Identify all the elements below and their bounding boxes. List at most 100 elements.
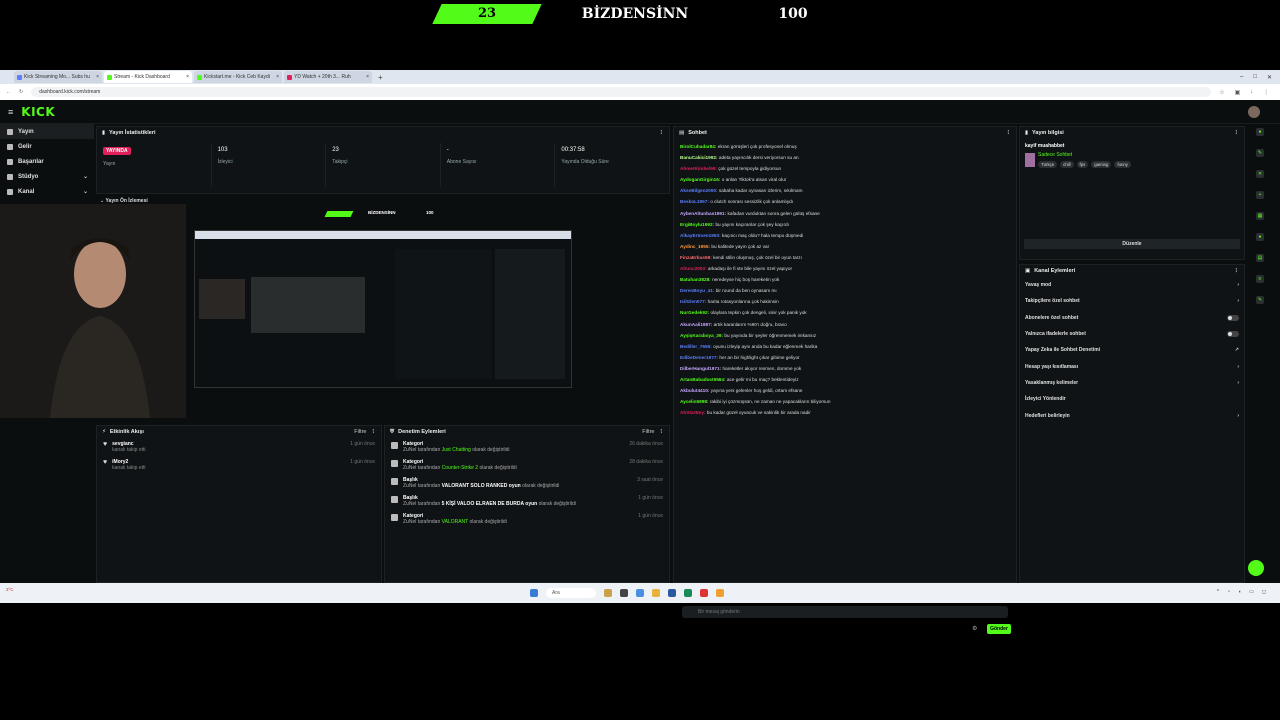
preview-video[interactable] [194, 230, 572, 388]
more-icon[interactable]: ⋮ [1006, 130, 1012, 136]
gear-icon[interactable]: ⚙ [972, 625, 977, 632]
more-icon[interactable]: ⋮ [1234, 130, 1240, 136]
browser-tab[interactable]: Kick Streaming Mo... Subs hu × [14, 71, 102, 83]
volume-icon[interactable]: ◖ [1238, 589, 1241, 595]
chat-username[interactable]: ArtanBabadost5564: [680, 377, 726, 382]
chat-bubble-icon[interactable]: ● [1256, 233, 1264, 241]
sidebar-item-studyo[interactable]: Stüdyo ⌄ [0, 169, 94, 184]
help-fab-button[interactable] [1248, 560, 1264, 576]
more-icon[interactable]: ⋮ [659, 130, 665, 136]
chat-username[interactable]: DerenBoyu_41: [680, 288, 714, 293]
chat-username[interactable]: BirolCuhadar84: [680, 144, 716, 149]
toggle-switch[interactable] [1227, 314, 1239, 321]
pencil-icon[interactable]: ✎ [1256, 296, 1264, 304]
edit-icon[interactable]: ✎ [1256, 149, 1264, 157]
chat-username[interactable]: AkunAali1987: [680, 322, 712, 327]
sidebar-item-gelir[interactable]: Gelir [0, 139, 94, 154]
menu-icon[interactable]: ⋮ [1263, 89, 1269, 96]
stream-category[interactable]: Sadece Sohbet [1038, 152, 1072, 158]
filter-button[interactable]: Filtre [354, 429, 366, 435]
windows-start-icon[interactable] [530, 589, 538, 597]
filter-button[interactable]: Filtre [642, 429, 654, 435]
extensions-icon[interactable]: ▣ [1235, 89, 1241, 96]
chat-username[interactable]: AyşişKaraboya_39: [680, 333, 723, 338]
maximize-icon[interactable]: □ [1253, 74, 1257, 81]
avatar[interactable] [1248, 106, 1260, 118]
new-tab-icon[interactable]: + [378, 73, 383, 82]
download-icon[interactable]: ↓ [1250, 89, 1253, 96]
back-icon[interactable]: ← [6, 89, 11, 95]
layers-icon[interactable]: ≡ [1256, 275, 1264, 283]
sidebar-item-basarilar[interactable]: Başarılar [0, 154, 94, 169]
more-icon[interactable]: ⋮ [1234, 268, 1240, 274]
close-icon[interactable]: × [366, 74, 369, 80]
app-icon[interactable] [700, 589, 708, 597]
chat-username[interactable]: AybenAltunbas1991: [680, 211, 726, 216]
close-icon[interactable]: × [276, 74, 279, 80]
wifi-icon[interactable]: ◔ [1227, 589, 1230, 595]
weather-widget[interactable]: 3°C [6, 587, 14, 592]
chat-username[interactable]: Akbulut4410: [680, 388, 709, 393]
close-icon[interactable]: × [186, 74, 189, 80]
chat-username[interactable]: Aycelin5898: [680, 399, 709, 404]
chat-input[interactable]: Bir mesaj gönderin [682, 606, 1008, 618]
chat-username[interactable]: AkseBilgen2000: [680, 188, 718, 193]
channel-action-followers-only[interactable]: Takipçilere özel sohbet › [1020, 293, 1244, 309]
notification-icon[interactable]: ◻ [1262, 589, 1266, 595]
chat-username[interactable]: Bediller_7655: [680, 344, 712, 349]
chat-username[interactable]: NurGedek92: [680, 310, 709, 315]
close-window-icon[interactable]: ✕ [1267, 74, 1272, 81]
chat-username[interactable]: Aydinc_1955: [680, 244, 710, 249]
reload-icon[interactable]: ↻ [19, 89, 23, 95]
browser-tab-active[interactable]: Stream - Kick Dashboard × [104, 71, 192, 83]
chrome-icon[interactable] [716, 589, 724, 597]
app-icon[interactable] [620, 589, 628, 597]
hamburger-icon[interactable]: ≡ [8, 107, 13, 117]
toggle-switch[interactable] [1227, 331, 1239, 338]
edit-button[interactable]: Düzenle [1024, 239, 1240, 249]
sidebar-item-yayin[interactable]: Yayın [0, 124, 94, 139]
calendar-icon[interactable]: ▦ [1256, 212, 1264, 220]
chat-username[interactable]: FinzaErkus59: [680, 255, 712, 260]
plus-icon[interactable]: + [1256, 191, 1264, 199]
chat-username[interactable]: Batuhan3828: [680, 277, 711, 282]
close-icon[interactable]: × [96, 74, 99, 80]
chat-username[interactable]: AhmetKimbel99: [680, 166, 717, 171]
chat-username[interactable]: AydoganGirgin16: [680, 177, 720, 182]
battery-icon[interactable]: ▭ [1249, 589, 1254, 595]
app-icon[interactable] [604, 589, 612, 597]
app-icon[interactable] [684, 589, 692, 597]
browser-tab[interactable]: YD Watch + 20th 3... Ruh × [284, 71, 372, 83]
more-icon[interactable]: ⋮ [659, 429, 665, 435]
more-icon[interactable]: ⋮ [371, 429, 377, 435]
chat-username[interactable]: IsilGlen077: [680, 299, 706, 304]
channel-action-banned-words[interactable]: Yasaklanmış kelimeler › [1020, 375, 1244, 391]
channel-action-raid[interactable]: İzleyici Yönlendir [1020, 391, 1244, 407]
profile-icon[interactable]: ● [1256, 128, 1264, 136]
chat-username[interactable]: BeskoL1957: [680, 199, 709, 204]
app-icon[interactable] [636, 589, 644, 597]
chat-username[interactable]: AlkayErtmen1993: [680, 233, 721, 238]
channel-action-slow-mode[interactable]: Yavaş mod › [1020, 277, 1244, 293]
chat-username[interactable]: Altunc2003: [680, 266, 707, 271]
folder-icon[interactable] [652, 589, 660, 597]
channel-action-goals[interactable]: Hedefleri belirleyin › [1020, 407, 1244, 423]
channel-action-ai-moderation[interactable]: Yapay Zeka ile Sohbet Denetimi ↗ [1020, 342, 1244, 358]
chat-username[interactable]: AhStarBey: [680, 410, 706, 415]
chevron-up-icon[interactable]: ^ [1217, 589, 1219, 595]
taskbar-search[interactable]: Ara [546, 588, 596, 598]
minimize-icon[interactable]: – [1240, 74, 1243, 81]
chat-username[interactable]: DilberHangul1971: [680, 366, 721, 371]
clipboard-icon[interactable]: ▤ [1256, 254, 1264, 262]
browser-tab[interactable]: Kickstart.me - Kick Ceb Kaydi × [194, 71, 282, 83]
url-field[interactable]: dashboard.kick.com/stream [31, 87, 1212, 97]
close-icon[interactable]: ✕ [1256, 170, 1264, 178]
chat-username[interactable]: ErgiBoylu1992: [680, 222, 714, 227]
sidebar-item-kanal[interactable]: Kanal ⌄ [0, 184, 94, 199]
chat-username[interactable]: BanuCakici1992: [680, 155, 718, 160]
bookmark-icon[interactable]: ☆ [1219, 89, 1224, 96]
channel-action-account-age[interactable]: Hesap yaşı kısıtlaması › [1020, 358, 1244, 374]
chat-username[interactable]: EdibeDener1977: [680, 355, 718, 360]
kick-logo[interactable]: KICK [21, 105, 55, 119]
app-icon[interactable] [668, 589, 676, 597]
